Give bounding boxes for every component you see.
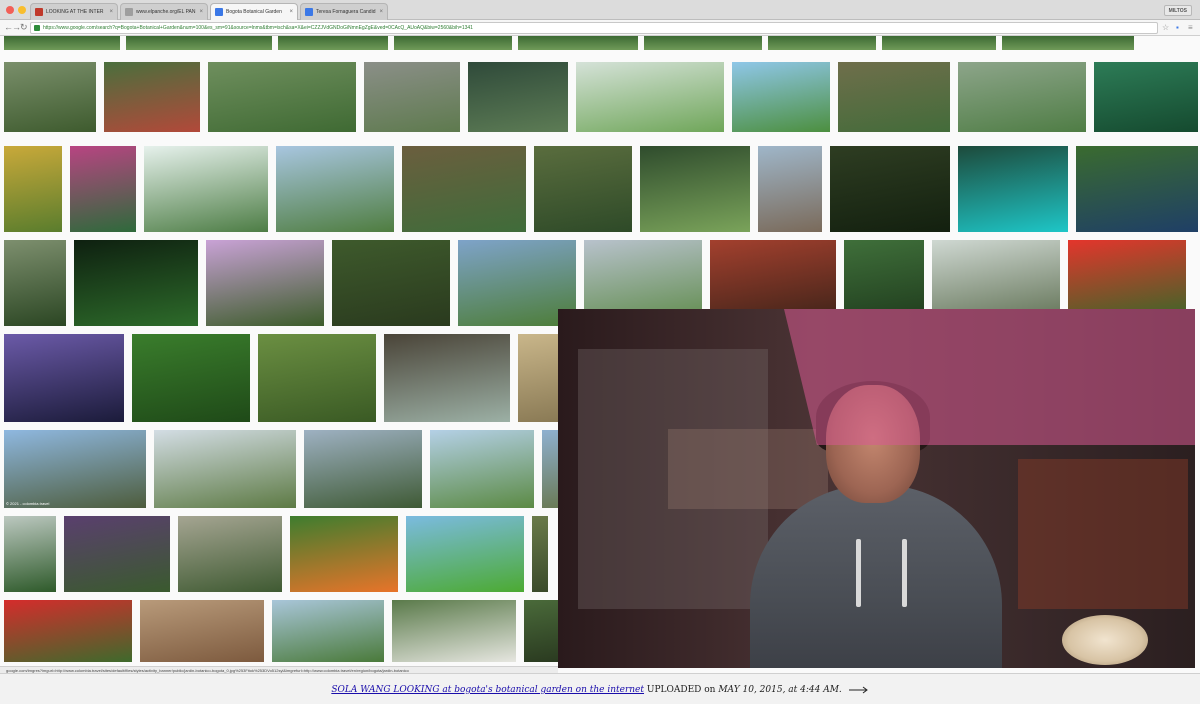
close-window-button[interactable]: [6, 6, 14, 14]
image-result-thumbnail[interactable]: [126, 36, 272, 50]
image-result-thumbnail[interactable]: [732, 62, 830, 132]
image-result-thumbnail[interactable]: [768, 36, 876, 50]
favicon-icon: [35, 8, 43, 16]
image-result-thumbnail[interactable]: [304, 430, 422, 508]
image-result-thumbnail[interactable]: [384, 334, 510, 422]
image-result-thumbnail[interactable]: [758, 146, 822, 232]
image-result-thumbnail[interactable]: [882, 36, 996, 50]
tab-list: LOOKING AT THE INTER × www.elpanche.org/EL…: [30, 3, 388, 20]
favicon-icon: [215, 8, 223, 16]
image-result-thumbnail[interactable]: [4, 516, 56, 592]
tab-close-icon[interactable]: ×: [379, 9, 383, 15]
image-result-thumbnail[interactable]: [74, 240, 198, 326]
image-result-thumbnail[interactable]: [290, 516, 398, 592]
hoodie-drawstring-left: [856, 539, 861, 607]
image-result-thumbnail[interactable]: [830, 146, 950, 232]
image-result-thumbnail[interactable]: [1076, 146, 1198, 232]
tab-close-icon[interactable]: ×: [199, 9, 203, 15]
image-result-thumbnail[interactable]: © 2021 - colombia.travel: [4, 430, 146, 508]
image-result-thumbnail[interactable]: [332, 240, 450, 326]
favicon-icon: [305, 8, 313, 16]
image-result-thumbnail[interactable]: [178, 516, 282, 592]
pink-screen-reflection: [784, 309, 1195, 445]
image-result-thumbnail[interactable]: [154, 430, 296, 508]
browser-window: LOOKING AT THE INTER × www.elpanche.org/EL…: [0, 0, 1200, 674]
plate: [1062, 615, 1148, 665]
reload-icon[interactable]: ↻: [20, 22, 28, 33]
image-result-thumbnail[interactable]: [392, 600, 516, 662]
image-result-thumbnail[interactable]: [64, 516, 170, 592]
tab-close-icon[interactable]: ×: [109, 9, 113, 15]
image-result-thumbnail[interactable]: [640, 146, 750, 232]
image-result-thumbnail[interactable]: [518, 36, 638, 50]
menu-icon[interactable]: ≡: [1188, 22, 1193, 33]
image-result-thumbnail[interactable]: [958, 62, 1086, 132]
hoodie-drawstring-right: [902, 539, 907, 607]
image-result-thumbnail[interactable]: [4, 334, 124, 422]
browser-tab[interactable]: Bogota Botanical Garden ×: [210, 3, 298, 20]
image-source-caption: © 2021 - colombia.travel: [6, 501, 50, 506]
browser-tab[interactable]: LOOKING AT THE INTER ×: [30, 3, 118, 20]
image-result-thumbnail[interactable]: [534, 146, 632, 232]
image-result-thumbnail[interactable]: [958, 146, 1068, 232]
image-result-thumbnail[interactable]: [394, 36, 512, 50]
minimize-window-button[interactable]: [18, 6, 26, 14]
bookmark-star-icon[interactable]: ☆: [1162, 22, 1169, 33]
image-result-thumbnail[interactable]: [430, 430, 534, 508]
image-result-thumbnail[interactable]: [70, 146, 136, 232]
user-profile-badge[interactable]: MILTOS: [1163, 5, 1192, 16]
image-result-thumbnail[interactable]: [104, 62, 200, 132]
background-shelf: [1018, 459, 1188, 609]
image-result-thumbnail[interactable]: [524, 600, 560, 662]
image-result-thumbnail[interactable]: [402, 146, 526, 232]
background-desk: [668, 429, 828, 509]
tab-title: www.elpanche.org/EL PAN: [136, 9, 196, 15]
extension-icon[interactable]: ▪: [1176, 22, 1179, 33]
image-result-thumbnail[interactable]: [276, 146, 394, 232]
image-result-thumbnail[interactable]: [4, 240, 66, 326]
lock-icon: [34, 25, 40, 31]
image-result-thumbnail[interactable]: [468, 62, 568, 132]
upload-date: MAY 10, 2015, at 4:44 AM.: [718, 685, 842, 695]
webcam-overlay: [558, 309, 1195, 668]
image-result-thumbnail[interactable]: [4, 600, 132, 662]
video-title-link[interactable]: SOLA WANG LOOKING at bogota's botanical …: [331, 685, 644, 695]
tab-strip: LOOKING AT THE INTER × www.elpanche.org/EL…: [0, 0, 1200, 20]
image-result-thumbnail[interactable]: [132, 334, 250, 422]
address-bar[interactable]: https://www.google.com/search?q=Bogota+B…: [30, 22, 1158, 34]
tab-title: Teresa Fornaguera Candid: [316, 9, 376, 15]
tab-title: LOOKING AT THE INTER: [46, 9, 104, 15]
browser-tab[interactable]: Teresa Fornaguera Candid ×: [300, 3, 388, 20]
image-result-thumbnail[interactable]: [518, 334, 558, 422]
image-result-thumbnail[interactable]: [208, 62, 356, 132]
image-result-thumbnail[interactable]: [278, 36, 388, 50]
image-result-thumbnail[interactable]: [1094, 62, 1198, 132]
image-result-thumbnail[interactable]: [4, 36, 120, 50]
image-result-thumbnail[interactable]: [364, 62, 460, 132]
image-result-thumbnail[interactable]: [258, 334, 376, 422]
image-result-thumbnail[interactable]: [206, 240, 324, 326]
image-result-thumbnail[interactable]: [4, 146, 62, 232]
tab-close-icon[interactable]: ×: [289, 9, 293, 15]
hoodie: [750, 485, 1002, 668]
image-result-thumbnail[interactable]: [4, 62, 96, 132]
favicon-icon: [125, 8, 133, 16]
image-result-thumbnail[interactable]: [644, 36, 762, 50]
image-result-thumbnail[interactable]: [406, 516, 524, 592]
browser-toolbar: ← → ↻ https://www.google.com/search?q=Bo…: [0, 20, 1200, 36]
browser-tab[interactable]: www.elpanche.org/EL PAN ×: [120, 3, 208, 20]
image-result-thumbnail[interactable]: [532, 516, 548, 592]
image-result-thumbnail[interactable]: [576, 62, 724, 132]
image-result-thumbnail[interactable]: [838, 62, 950, 132]
tab-title: Bogota Botanical Garden: [226, 9, 282, 15]
image-result-thumbnail[interactable]: [1002, 36, 1134, 50]
image-result-thumbnail[interactable]: [272, 600, 384, 662]
address-url: https://www.google.com/search?q=Bogota+B…: [43, 25, 473, 31]
image-result-thumbnail[interactable]: [140, 600, 264, 662]
image-result-thumbnail[interactable]: [144, 146, 268, 232]
arrow-right-icon[interactable]: [848, 686, 869, 694]
uploaded-label: UPLOADED on: [646, 685, 716, 695]
status-bar-url: google.com/imgres?imgurl=http://www.colo…: [0, 666, 558, 673]
upload-caption: SOLA WANG LOOKING at bogota's botanical …: [0, 680, 1200, 700]
